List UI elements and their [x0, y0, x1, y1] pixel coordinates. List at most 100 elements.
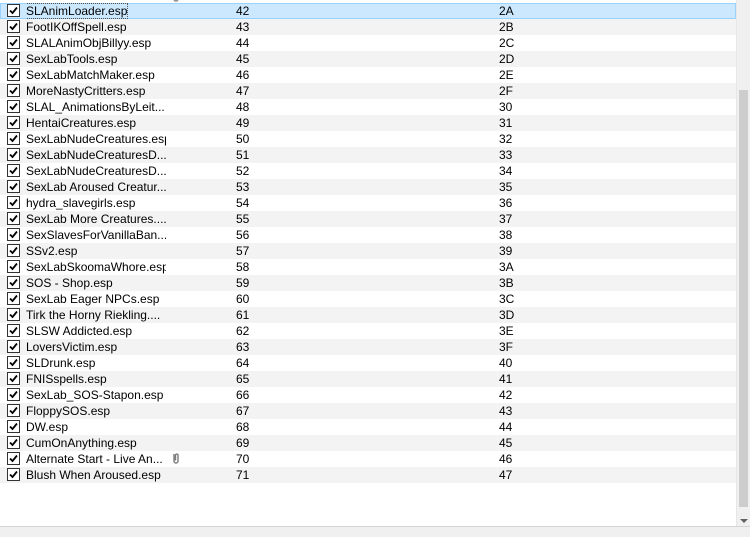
plugin-enabled-checkbox[interactable]: [7, 116, 20, 129]
scroll-down-arrow-icon[interactable]: [740, 519, 748, 523]
plugin-row[interactable]: SexLabSkoomaWhore.esp 58 3A: [0, 259, 736, 275]
plugin-enabled-checkbox[interactable]: [7, 36, 20, 49]
plugin-row[interactable]: SexLabMatchMaker.esp 46 2E: [0, 67, 736, 83]
load-order-index: 65: [236, 372, 250, 386]
plugin-row[interactable]: Tirk the Horny Riekling.... 61 3D: [0, 307, 736, 323]
plugin-row[interactable]: SexLab_SOS-Stapon.esp 66 42: [0, 387, 736, 403]
plugin-enabled-checkbox[interactable]: [7, 260, 20, 273]
mod-index-hex: 2C: [499, 36, 515, 50]
plugin-row[interactable]: SOS - Shop.esp 59 3B: [0, 275, 736, 291]
plugin-row[interactable]: FNISspells.esp 65 41: [0, 371, 736, 387]
plugin-enabled-checkbox[interactable]: [7, 68, 20, 81]
plugin-row[interactable]: SexLab Aroused Creatur... 53 35: [0, 179, 736, 195]
plugin-row[interactable]: SexLabNudeCreaturesD... 52 34: [0, 163, 736, 179]
plugin-name-text: LoversVictim.esp: [26, 340, 118, 354]
plugin-row[interactable]: CumOnAnything.esp 69 45: [0, 435, 736, 451]
plugin-enabled-checkbox[interactable]: [7, 20, 20, 33]
checkmark-icon: [9, 118, 18, 127]
plugin-row[interactable]: LoversVictim.esp 63 3F: [0, 339, 736, 355]
plugin-name: MoreNastyCritters.esp: [26, 83, 166, 99]
plugin-enabled-checkbox[interactable]: [7, 276, 20, 289]
mod-index-hex: 3E: [499, 324, 514, 338]
plugin-enabled-checkbox[interactable]: [7, 228, 20, 241]
plugin-enabled-checkbox[interactable]: [7, 468, 20, 481]
plugin-row[interactable]: SLALAnimObjBillyy.esp 44 2C: [0, 35, 736, 51]
plugin-row[interactable]: hydra_slavegirls.esp 54 36: [0, 195, 736, 211]
plugin-row[interactable]: MoreNastyCritters.esp 47 2F: [0, 83, 736, 99]
checkmark-icon: [9, 6, 18, 15]
plugin-name-text: SexLabTools.esp: [26, 52, 118, 66]
plugin-row[interactable]: SexLab Eager NPCs.esp 60 3C: [0, 291, 736, 307]
plugin-name-text: Tirk the Horny Riekling....: [26, 308, 161, 322]
plugin-enabled-checkbox[interactable]: [7, 52, 20, 65]
plugin-enabled-checkbox[interactable]: [7, 436, 20, 449]
plugin-name: FNISspells.esp: [26, 371, 166, 387]
plugin-row[interactable]: FootIKOffSpell.esp 43 2B: [0, 19, 736, 35]
checkmark-icon: [9, 38, 18, 47]
load-order-index: 45: [236, 52, 250, 66]
load-order-index: 43: [236, 20, 250, 34]
plugin-enabled-checkbox[interactable]: [7, 4, 20, 17]
plugin-row[interactable]: SexLabNudeCreaturesD... 51 33: [0, 147, 736, 163]
plugin-enabled-checkbox[interactable]: [7, 340, 20, 353]
plugin-row[interactable]: HentaiCreatures.esp 49 31: [0, 115, 736, 131]
plugin-name-text: SLDrunk.esp: [26, 356, 96, 370]
checkmark-icon: [9, 214, 18, 223]
plugin-enabled-checkbox[interactable]: [7, 404, 20, 417]
plugin-enabled-checkbox[interactable]: [7, 132, 20, 145]
plugin-enabled-checkbox[interactable]: [7, 372, 20, 385]
plugin-row[interactable]: FloppySOS.esp 67 43: [0, 403, 736, 419]
plugin-name-text: SexLabMatchMaker.esp: [26, 68, 155, 82]
load-order-index: 59: [236, 276, 250, 290]
plugin-name: Blush When Aroused.esp: [26, 467, 166, 483]
mod-index-hex: 45: [499, 436, 513, 450]
plugin-row[interactable]: SLAnimLoader.esp 42 2A: [0, 3, 736, 19]
plugin-enabled-checkbox[interactable]: [7, 196, 20, 209]
plugin-row[interactable]: SLDrunk.esp 64 40: [0, 355, 736, 371]
load-order-index: 64: [236, 356, 250, 370]
checkmark-icon: [9, 182, 18, 191]
plugin-row[interactable]: SexLabTools.esp 45 2D: [0, 51, 736, 67]
plugin-list-panel: SLAnimLoader.esp 42 2A FootIKOffSpell.esp 43…: [0, 0, 750, 527]
plugin-name: SexLab More Creatures....: [26, 211, 166, 227]
mod-index-hex: 30: [499, 100, 513, 114]
plugin-enabled-checkbox[interactable]: [7, 100, 20, 113]
checkmark-icon: [9, 422, 18, 431]
vertical-scrollbar[interactable]: [736, 0, 750, 526]
scrollbar-thumb[interactable]: [739, 90, 748, 507]
load-order-index: 67: [236, 404, 250, 418]
plugin-row[interactable]: SexSlavesForVanillaBan... 56 38: [0, 227, 736, 243]
plugin-enabled-checkbox[interactable]: [7, 84, 20, 97]
plugin-enabled-checkbox[interactable]: [7, 164, 20, 177]
plugin-enabled-checkbox[interactable]: [7, 388, 20, 401]
plugin-name: FloppySOS.esp: [26, 403, 166, 419]
plugin-name-text: SLSW Addicted.esp: [26, 324, 133, 338]
plugin-row[interactable]: SLAL_AnimationsByLeit... 48 30: [0, 99, 736, 115]
mod-index-hex: 31: [499, 116, 513, 130]
plugin-enabled-checkbox[interactable]: [7, 244, 20, 257]
plugin-row[interactable]: SSv2.esp 57 39: [0, 243, 736, 259]
plugin-enabled-checkbox[interactable]: [7, 452, 20, 465]
plugin-enabled-checkbox[interactable]: [7, 324, 20, 337]
plugin-row[interactable]: SLSW Addicted.esp 62 3E: [0, 323, 736, 339]
plugin-enabled-checkbox[interactable]: [7, 420, 20, 433]
plugin-name-text: HentaiCreatures.esp: [26, 116, 137, 130]
plugin-enabled-checkbox[interactable]: [7, 292, 20, 305]
plugin-enabled-checkbox[interactable]: [7, 308, 20, 321]
plugin-name-text: FNISspells.esp: [26, 372, 107, 386]
plugin-row[interactable]: Blush When Aroused.esp 71 47: [0, 467, 736, 483]
plugin-row[interactable]: SexLabNudeCreatures.esp 50 32: [0, 131, 736, 147]
plugin-name-text: SexLabNudeCreaturesD...: [26, 148, 166, 162]
plugin-name: SexLabMatchMaker.esp: [26, 67, 166, 83]
plugin-enabled-checkbox[interactable]: [7, 356, 20, 369]
checkmark-icon: [9, 326, 18, 335]
plugin-enabled-checkbox[interactable]: [7, 148, 20, 161]
plugin-name: SSv2.esp: [26, 243, 166, 259]
plugin-row[interactable]: Alternate Start - Live An... 70 46: [0, 451, 736, 467]
plugin-name: hydra_slavegirls.esp: [26, 195, 166, 211]
plugin-row[interactable]: DW.esp 68 44: [0, 419, 736, 435]
plugin-enabled-checkbox[interactable]: [7, 212, 20, 225]
plugin-enabled-checkbox[interactable]: [7, 180, 20, 193]
plugin-row[interactable]: SexLab More Creatures.... 55 37: [0, 211, 736, 227]
mod-index-hex: 35: [499, 180, 513, 194]
